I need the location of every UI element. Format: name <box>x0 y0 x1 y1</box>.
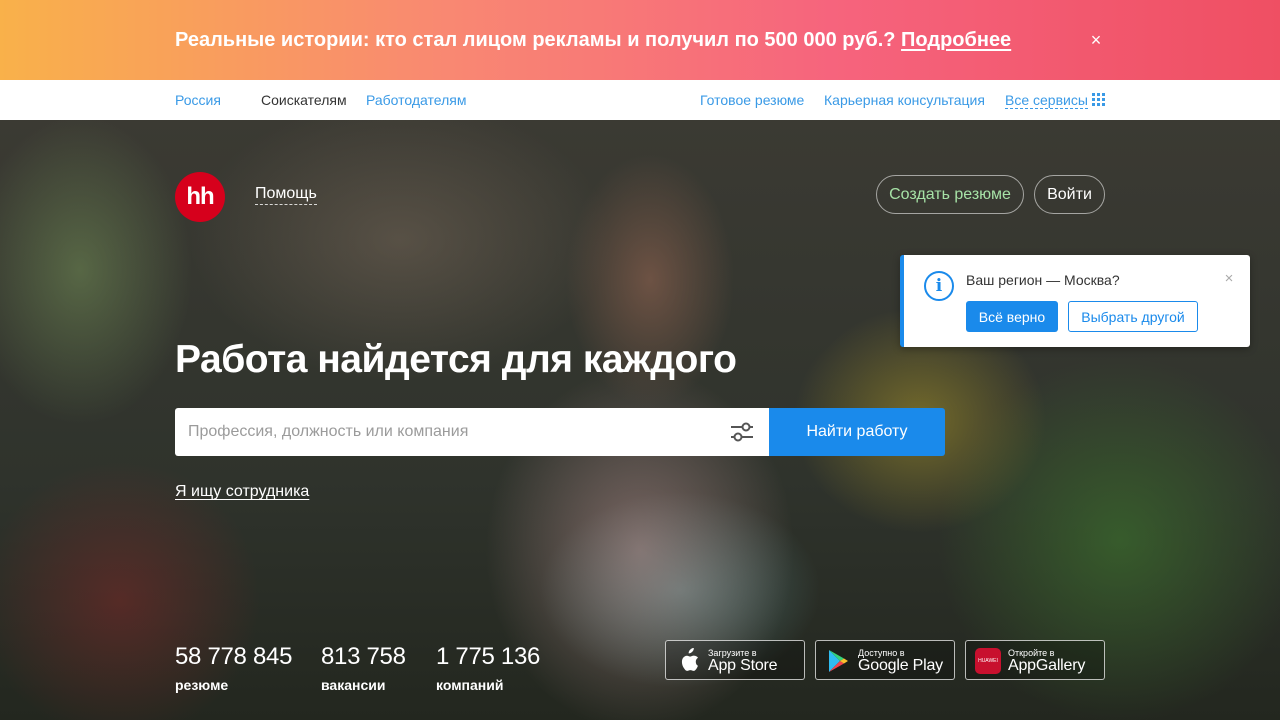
region-question: Ваш регион — Москва? <box>966 272 1120 288</box>
promo-text: Реальные истории: кто стал лицом рекламы… <box>175 29 1011 52</box>
info-icon: i <box>924 271 954 301</box>
promo-more-link[interactable]: Подробнее <box>901 29 1011 51</box>
google-play-badge[interactable]: Доступно в Google Play <box>815 640 955 680</box>
close-icon[interactable]: × <box>1086 30 1106 50</box>
stat-label: вакансии <box>321 677 386 693</box>
stat-label: компаний <box>436 677 504 693</box>
appgallery-badge[interactable]: HUAWEI Откройте в AppGallery <box>965 640 1105 680</box>
top-nav: Россия Соискателям Работодателям Готовое… <box>0 80 1280 120</box>
nav-employers[interactable]: Работодателям <box>366 92 467 108</box>
nav-region[interactable]: Россия <box>175 92 221 108</box>
region-confirm-button[interactable]: Всё верно <box>966 301 1058 332</box>
stat-value: 813 758 <box>321 643 406 670</box>
find-job-button[interactable]: Найти работу <box>769 408 945 456</box>
apple-icon <box>681 648 698 671</box>
employer-link[interactable]: Я ищу сотрудника <box>175 483 309 501</box>
app-store-badge[interactable]: Загрузите в App Store <box>665 640 805 680</box>
hh-logo[interactable]: hh <box>175 172 225 222</box>
help-link[interactable]: Помощь <box>255 185 317 205</box>
nav-seekers[interactable]: Соискателям <box>261 92 347 108</box>
grid-icon[interactable] <box>1092 93 1105 106</box>
nav-ready-resume[interactable]: Готовое резюме <box>700 92 804 108</box>
filter-settings-icon[interactable] <box>729 420 755 444</box>
badge-store-name: Google Play <box>858 657 943 674</box>
page-title: Работа найдется для каждого <box>175 338 737 381</box>
stat-value: 58 778 845 <box>175 643 293 670</box>
region-choose-other-button[interactable]: Выбрать другой <box>1068 301 1198 332</box>
search-box <box>175 408 769 456</box>
promo-banner: Реальные истории: кто стал лицом рекламы… <box>0 0 1280 80</box>
region-popup: i Ваш регион — Москва? × Всё верно Выбра… <box>900 255 1250 347</box>
search-input[interactable] <box>175 408 715 456</box>
huawei-icon: HUAWEI <box>975 648 1001 674</box>
stat-resumes: 58 778 845 резюме <box>175 643 292 693</box>
nav-career-consultation[interactable]: Карьерная консультация <box>824 92 985 108</box>
stat-companies: 1 775 136 компаний <box>436 643 540 693</box>
close-icon[interactable]: × <box>1222 271 1236 286</box>
login-button[interactable]: Войти <box>1034 175 1105 214</box>
badge-store-name: AppGallery <box>1008 657 1086 674</box>
nav-all-services[interactable]: Все сервисы <box>1005 92 1088 109</box>
promo-message: Реальные истории: кто стал лицом рекламы… <box>175 29 896 51</box>
google-play-icon <box>829 650 848 672</box>
stat-label: резюме <box>175 677 229 693</box>
badge-store-name: App Store <box>708 657 778 674</box>
stat-value: 1 775 136 <box>436 643 541 670</box>
create-resume-button[interactable]: Создать резюме <box>876 175 1024 214</box>
stat-vacancies: 813 758 вакансии <box>321 643 406 693</box>
